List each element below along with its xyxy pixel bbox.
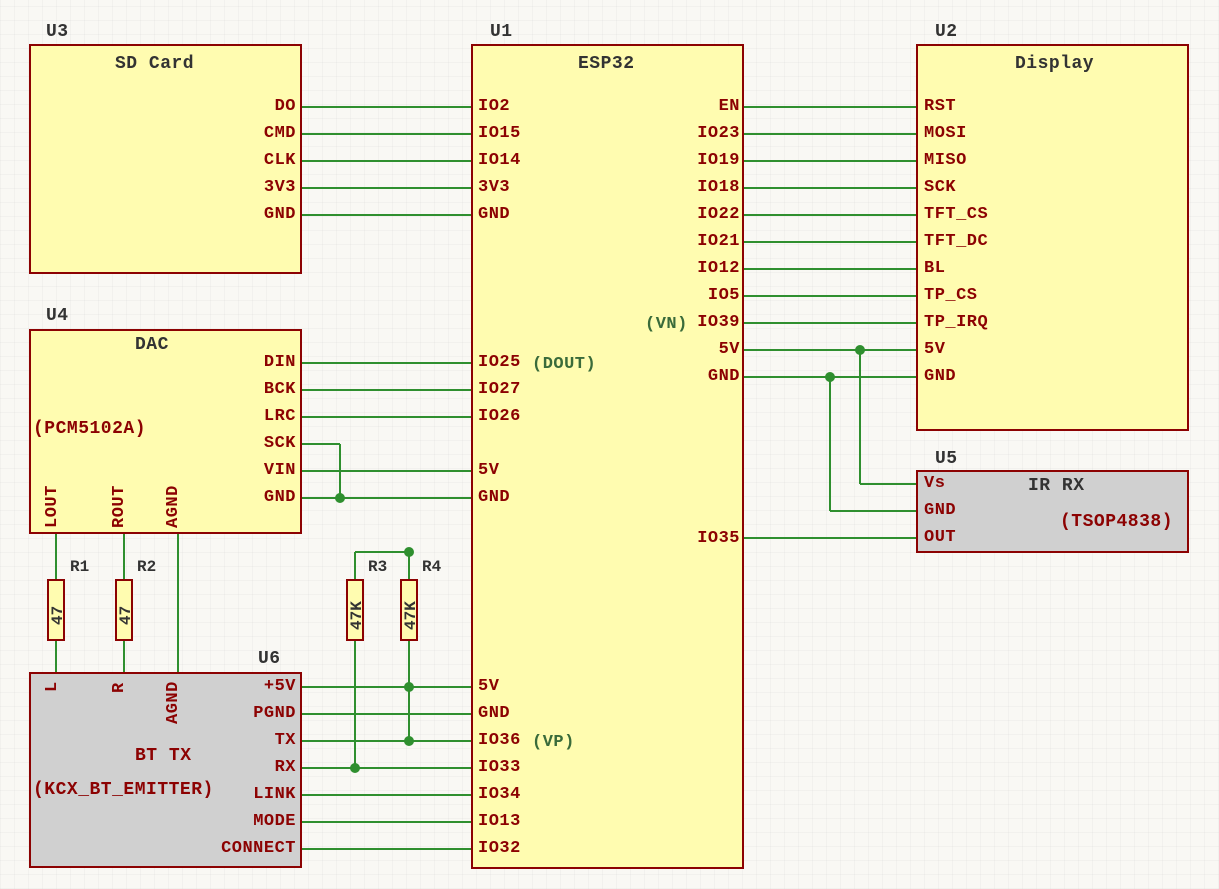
u1-vp-note: (VP) bbox=[532, 733, 575, 752]
u1-pin-io39: IO39 bbox=[692, 313, 740, 332]
u1-pin-io32: IO32 bbox=[478, 839, 521, 858]
u1-pin-io14: IO14 bbox=[478, 151, 521, 170]
u4-pin-rout: ROUT bbox=[110, 485, 129, 528]
r2-ref: R2 bbox=[137, 558, 156, 576]
u2-pin-5v: 5V bbox=[924, 340, 945, 359]
u5-ref: U5 bbox=[935, 449, 958, 469]
u4-sub: (PCM5102A) bbox=[33, 419, 146, 439]
u1-pin-gnd1: GND bbox=[478, 205, 510, 224]
u1-title: ESP32 bbox=[578, 54, 635, 74]
u6-pin-connect: CONNECT bbox=[200, 839, 296, 858]
u1-pin-io34: IO34 bbox=[478, 785, 521, 804]
u3-pin-cmd: CMD bbox=[252, 124, 296, 143]
u1-pin-io33: IO33 bbox=[478, 758, 521, 777]
u6-pin-5v: +5V bbox=[242, 677, 296, 696]
r3-ref: R3 bbox=[368, 558, 387, 576]
u5-pin-out: OUT bbox=[924, 528, 956, 547]
u1-pin-io18: IO18 bbox=[692, 178, 740, 197]
u6-sub: (KCX_BT_EMITTER) bbox=[33, 780, 214, 800]
u2-pin-sck: SCK bbox=[924, 178, 956, 197]
u6-pin-pgnd: PGND bbox=[234, 704, 296, 723]
u3-pin-clk: CLK bbox=[252, 151, 296, 170]
u5-pin-vs: Vs bbox=[924, 474, 945, 493]
u1-pin-io12: IO12 bbox=[692, 259, 740, 278]
u2-pin-tftdc: TFT_DC bbox=[924, 232, 988, 251]
u2-ref: U2 bbox=[935, 22, 958, 42]
u1-pin-io22: IO22 bbox=[692, 205, 740, 224]
u1-pin-gnd2: GND bbox=[478, 488, 510, 507]
u1-ref: U1 bbox=[490, 22, 513, 42]
u1-pin-5v1: 5V bbox=[478, 461, 499, 480]
u1-pin-io36: IO36 bbox=[478, 731, 521, 750]
u6-ref: U6 bbox=[258, 649, 281, 669]
u6-pin-mode: MODE bbox=[232, 812, 296, 831]
u3-pin-do: DO bbox=[262, 97, 296, 116]
u2-pin-gnd: GND bbox=[924, 367, 956, 386]
u1-dout-note: (DOUT) bbox=[532, 355, 596, 374]
u4-title: DAC bbox=[135, 335, 169, 355]
u1-pin-io23: IO23 bbox=[692, 124, 740, 143]
u6-pin-tx: TX bbox=[260, 731, 296, 750]
u5-pin-gnd: GND bbox=[924, 501, 956, 520]
u1-pin-io26: IO26 bbox=[478, 407, 521, 426]
u4-pin-din: DIN bbox=[256, 353, 296, 372]
u4-pin-lout: LOUT bbox=[43, 485, 62, 528]
u1-pin-io5: IO5 bbox=[692, 286, 740, 305]
u2-pin-tpcs: TP_CS bbox=[924, 286, 978, 305]
u3-ref: U3 bbox=[46, 22, 69, 42]
u1-pin-io13: IO13 bbox=[478, 812, 521, 831]
u1-pin-5v2: 5V bbox=[478, 677, 499, 696]
u1-pin-5v3: 5V bbox=[696, 340, 740, 359]
u4-ref: U4 bbox=[46, 306, 69, 326]
u5-sub: (TSOP4838) bbox=[1060, 512, 1173, 532]
u6-pin-link: LINK bbox=[244, 785, 296, 804]
r3-val: 47K bbox=[348, 601, 366, 630]
u2-pin-rst: RST bbox=[924, 97, 956, 116]
u5-title: IR RX bbox=[1028, 476, 1085, 496]
u1-pin-en: EN bbox=[696, 97, 740, 116]
u3-pin-gnd: GND bbox=[252, 205, 296, 224]
u6-pin-rx: RX bbox=[260, 758, 296, 777]
r1-ref: R1 bbox=[70, 558, 89, 576]
u4-pin-sck: SCK bbox=[254, 434, 296, 453]
u4-pin-agnd: AGND bbox=[164, 485, 183, 528]
u2-pin-bl: BL bbox=[924, 259, 945, 278]
u4-pin-lrc: LRC bbox=[254, 407, 296, 426]
u1-pin-io27: IO27 bbox=[478, 380, 521, 399]
u3-pin-3v3: 3V3 bbox=[252, 178, 296, 197]
u6-pin-r: R bbox=[110, 682, 129, 693]
u2-pin-tpirq: TP_IRQ bbox=[924, 313, 988, 332]
r4-val: 47K bbox=[402, 601, 420, 630]
u2-pin-miso: MISO bbox=[924, 151, 967, 170]
u4-pin-bck: BCK bbox=[254, 380, 296, 399]
u6-pin-agnd: AGND bbox=[164, 681, 183, 724]
u1-pin-gnd4: GND bbox=[696, 367, 740, 386]
u6-pin-l: L bbox=[43, 681, 62, 692]
u2-pin-mosi: MOSI bbox=[924, 124, 967, 143]
u1-pin-io15: IO15 bbox=[478, 124, 521, 143]
u2-pin-tftcs: TFT_CS bbox=[924, 205, 988, 224]
u4-pin-gnd: GND bbox=[254, 488, 296, 507]
u3-title: SD Card bbox=[115, 54, 194, 74]
u1-pin-io25: IO25 bbox=[478, 353, 521, 372]
r4-ref: R4 bbox=[422, 558, 441, 576]
u4-pin-vin: VIN bbox=[254, 461, 296, 480]
u1-vn-note: (VN) bbox=[645, 315, 688, 334]
r2-val: 47 bbox=[117, 606, 135, 625]
u1-pin-io35: IO35 bbox=[692, 529, 740, 548]
u2-title: Display bbox=[1015, 54, 1094, 74]
u1-pin-io21: IO21 bbox=[692, 232, 740, 251]
u1-pin-3v3: 3V3 bbox=[478, 178, 510, 197]
u6-title: BT TX bbox=[135, 746, 192, 766]
r1-val: 47 bbox=[49, 606, 67, 625]
u1-pin-gnd3: GND bbox=[478, 704, 510, 723]
u1-pin-io19: IO19 bbox=[692, 151, 740, 170]
u1-pin-io2: IO2 bbox=[478, 97, 510, 116]
